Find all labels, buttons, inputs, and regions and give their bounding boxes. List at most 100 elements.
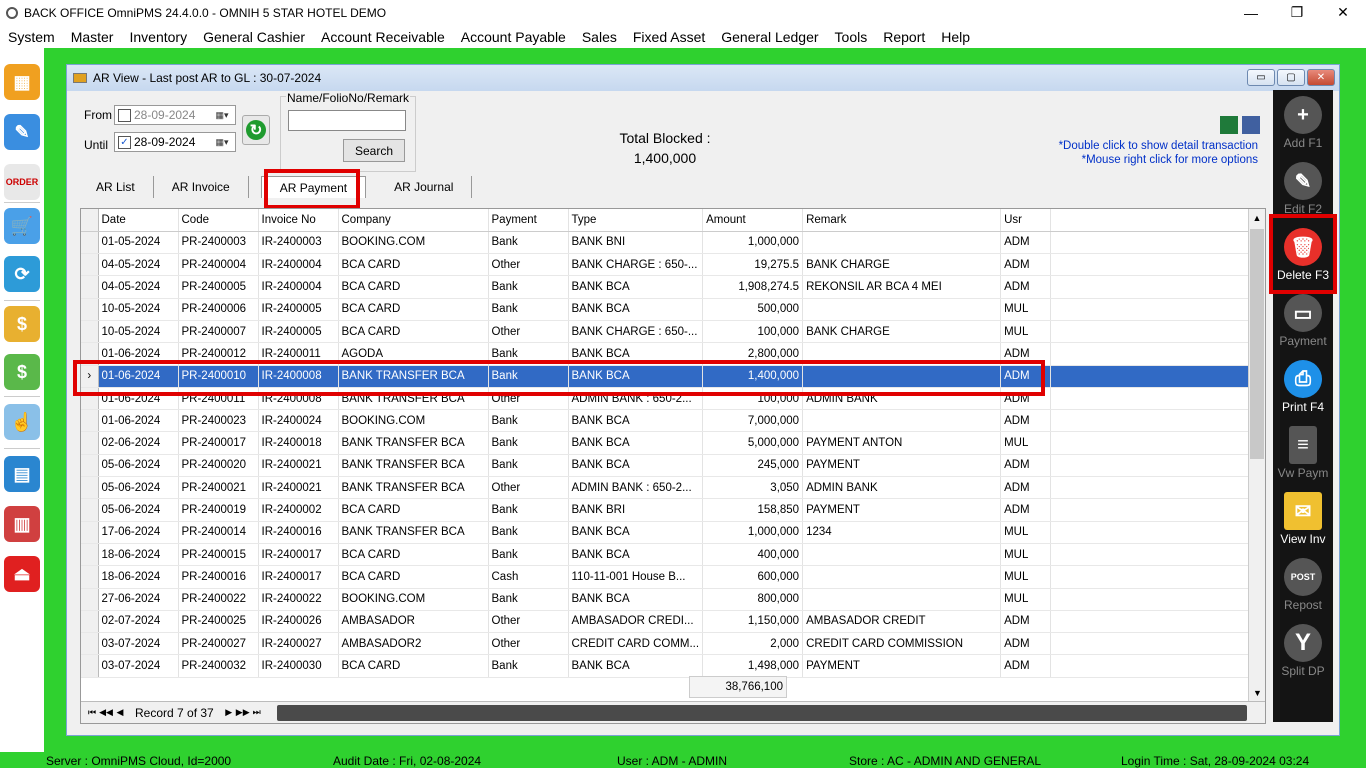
table-row[interactable]: 02-06-2024 PR-2400017 IR-2400018 BANK TRANS…	[81, 431, 1263, 455]
cell-remark[interactable]	[802, 365, 1002, 388]
table-row[interactable]: 17-06-2024 PR-2400014 IR-2400016 BANK TRANS…	[81, 521, 1263, 544]
row-indicator[interactable]	[81, 387, 99, 411]
maximize-button[interactable]: ❐	[1274, 0, 1320, 25]
cell-usr[interactable]: MUL	[1000, 588, 1052, 611]
calendar-dropdown-icon[interactable]: ▦▾	[209, 106, 235, 124]
cell-usr[interactable]: ADM	[1000, 476, 1052, 500]
cell-type[interactable]: BANK CHARGE : 650-...	[568, 253, 704, 277]
cell-date[interactable]: 04-05-2024	[98, 253, 179, 277]
cell-code[interactable]: PR-2400005	[178, 275, 259, 299]
cell-usr[interactable]: ADM	[1000, 387, 1052, 411]
cell-type[interactable]: BANK BNI	[568, 231, 704, 255]
cell-amount[interactable]: 1,150,000	[702, 610, 804, 634]
row-indicator[interactable]	[81, 521, 99, 544]
row-indicator[interactable]	[81, 409, 99, 433]
first-record-icon[interactable]: ⏮	[85, 707, 99, 718]
cell-code[interactable]: PR-2400003	[178, 231, 259, 255]
menu-general-ledger[interactable]: General Ledger	[713, 26, 826, 48]
cell-usr[interactable]: ADM	[1000, 632, 1052, 656]
cell-company[interactable]: AMBASADOR2	[338, 632, 489, 656]
table-row[interactable]: 01-06-2024 PR-2400012 IR-2400011 AGODA Bank B…	[81, 342, 1263, 366]
cell-code[interactable]: PR-2400022	[178, 588, 259, 611]
cell-remark[interactable]	[802, 231, 1002, 255]
money-bag-icon[interactable]: $	[4, 306, 40, 342]
cell-invoice-no[interactable]: IR-2400008	[258, 387, 339, 411]
col-amount[interactable]: Amount	[702, 209, 804, 232]
cell-date[interactable]: 02-07-2024	[98, 610, 179, 634]
calendar-dropdown-icon[interactable]: ▦▾	[209, 133, 235, 151]
cell-amount[interactable]: 600,000	[702, 565, 804, 589]
col-company[interactable]: Company	[338, 209, 489, 232]
cell-usr[interactable]: MUL	[1000, 431, 1052, 455]
menu-master[interactable]: Master	[63, 26, 122, 48]
cell-payment[interactable]: Other	[488, 253, 569, 277]
row-indicator[interactable]	[81, 610, 99, 634]
cell-remark[interactable]	[802, 543, 1002, 567]
cell-payment[interactable]: Bank	[488, 409, 569, 433]
edit-button[interactable]: ✎ Edit F2	[1273, 156, 1333, 216]
prev-record-icon[interactable]: ◀	[113, 707, 127, 718]
table-row[interactable]: 05-06-2024 PR-2400020 IR-2400021 BANK TRANS…	[81, 454, 1263, 478]
search-input[interactable]	[288, 110, 406, 131]
cell-remark[interactable]: PAYMENT	[802, 654, 1002, 678]
cell-type[interactable]: CREDIT CARD COMM...	[568, 632, 704, 656]
cell-payment[interactable]: Bank	[488, 431, 569, 455]
cell-type[interactable]: BANK BCA	[568, 454, 704, 478]
cell-remark[interactable]: 1234	[802, 521, 1002, 544]
payment-button[interactable]: ▭ Payment	[1273, 288, 1333, 348]
cell-amount[interactable]: 2,800,000	[702, 342, 804, 366]
cell-code[interactable]: PR-2400012	[178, 342, 259, 366]
cell-amount[interactable]: 158,850	[702, 498, 804, 522]
cell-company[interactable]: BANK TRANSFER BCA	[338, 365, 489, 388]
col-usr[interactable]: Usr	[1000, 209, 1052, 232]
cell-date[interactable]: 03-07-2024	[98, 632, 179, 656]
child-minimize-button[interactable]: ▭	[1247, 69, 1275, 86]
cart-icon[interactable]: 🛒	[4, 208, 40, 244]
table-row[interactable]: › 01-06-2024 PR-2400010 IR-2400008 BANK TRAN…	[81, 365, 1263, 388]
cell-payment[interactable]: Bank	[488, 654, 569, 678]
table-row[interactable]: 10-05-2024 PR-2400006 IR-2400005 BCA CARD Ba…	[81, 298, 1263, 321]
cell-date[interactable]: 05-06-2024	[98, 476, 179, 500]
cell-type[interactable]: BANK BCA	[568, 365, 704, 388]
cell-company[interactable]: BOOKING.COM	[338, 409, 489, 433]
col-type[interactable]: Type	[568, 209, 704, 232]
cell-usr[interactable]: MUL	[1000, 543, 1052, 567]
cell-type[interactable]: ADMIN BANK : 650-2...	[568, 387, 704, 411]
col-remark[interactable]: Remark	[802, 209, 1002, 232]
cell-company[interactable]: BOOKING.COM	[338, 231, 489, 255]
menu-help[interactable]: Help	[933, 26, 978, 48]
printer-small-icon[interactable]	[1242, 116, 1260, 134]
cell-usr[interactable]: ADM	[1000, 275, 1052, 299]
cell-type[interactable]: BANK BCA	[568, 588, 704, 611]
menu-sales[interactable]: Sales	[574, 26, 625, 48]
cell-amount[interactable]: 500,000	[702, 298, 804, 321]
cell-code[interactable]: PR-2400023	[178, 409, 259, 433]
cell-type[interactable]: BANK BRI	[568, 498, 704, 522]
tab-ar-invoice[interactable]: AR Invoice	[154, 176, 249, 198]
cell-invoice-no[interactable]: IR-2400017	[258, 543, 339, 567]
menu-tools[interactable]: Tools	[827, 26, 876, 48]
cell-usr[interactable]: ADM	[1000, 610, 1052, 634]
cell-date[interactable]: 01-06-2024	[98, 409, 179, 433]
cell-date[interactable]: 02-06-2024	[98, 431, 179, 455]
cell-company[interactable]: BCA CARD	[338, 498, 489, 522]
cell-invoice-no[interactable]: IR-2400018	[258, 431, 339, 455]
cell-company[interactable]: BCA CARD	[338, 654, 489, 678]
cell-company[interactable]: BCA CARD	[338, 543, 489, 567]
cell-remark[interactable]: ADMIN BANK	[802, 476, 1002, 500]
cell-date[interactable]: 05-06-2024	[98, 454, 179, 478]
cell-remark[interactable]	[802, 588, 1002, 611]
cell-payment[interactable]: Bank	[488, 588, 569, 611]
row-indicator[interactable]	[81, 275, 99, 299]
table-row[interactable]: 27-06-2024 PR-2400022 IR-2400022 BOOKING.CO…	[81, 588, 1263, 611]
view-payment-button[interactable]: ≡ Vw Paym	[1273, 420, 1333, 480]
minimize-button[interactable]: —	[1228, 0, 1274, 25]
exit-icon[interactable]: ⏏	[4, 556, 40, 592]
cell-date[interactable]: 01-05-2024	[98, 231, 179, 255]
cell-company[interactable]: BCA CARD	[338, 275, 489, 299]
tab-ar-journal[interactable]: AR Journal	[376, 176, 473, 198]
cell-remark[interactable]	[802, 409, 1002, 433]
table-row[interactable]: 10-05-2024 PR-2400007 IR-2400005 BCA CARD Ot…	[81, 320, 1263, 344]
until-date-picker[interactable]: ✓ 28-09-2024 ▦▾	[114, 132, 236, 152]
cell-type[interactable]: BANK BCA	[568, 342, 704, 366]
